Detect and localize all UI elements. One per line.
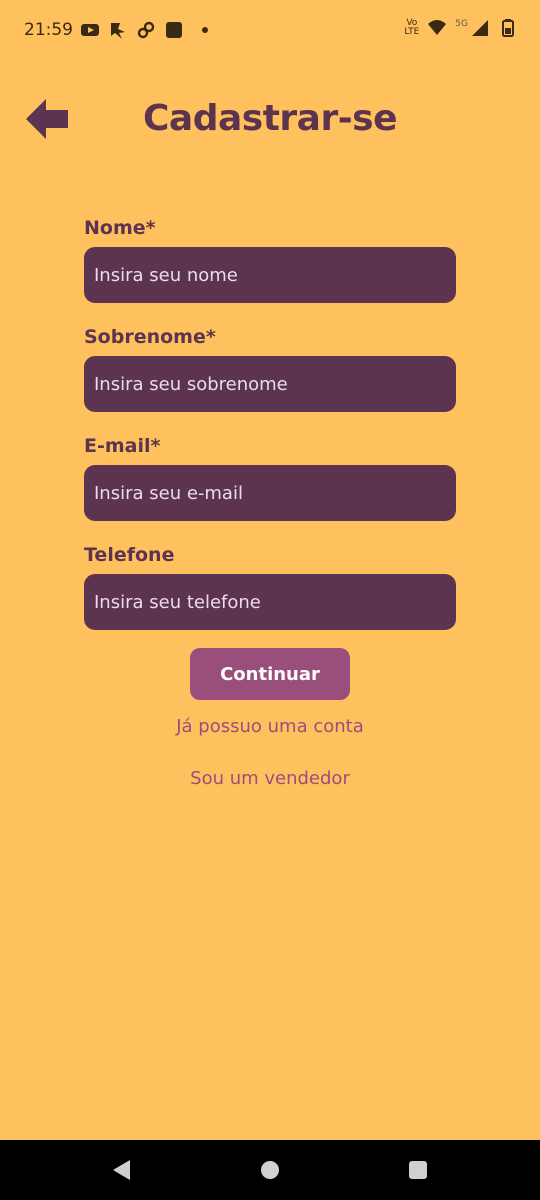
first-name-label: Nome* — [84, 217, 156, 239]
first-name-field: Nome* — [84, 214, 456, 323]
have-account-link[interactable]: Já possuo uma conta — [0, 716, 540, 737]
seller-link[interactable]: Sou um vendedor — [0, 768, 540, 789]
status-bar: 21:59 Vo LTE 5G — [0, 0, 540, 62]
link-icon — [137, 21, 155, 39]
phone-field: Telefone — [84, 541, 456, 650]
phone-input[interactable] — [84, 574, 456, 630]
email-field: E-mail* — [84, 432, 456, 541]
email-label: E-mail* — [84, 435, 161, 457]
status-system-icons: Vo LTE 5G — [404, 18, 518, 38]
status-time: 21:59 — [24, 20, 73, 40]
phone-label: Telefone — [84, 544, 175, 566]
nav-recents-icon[interactable] — [406, 1158, 430, 1182]
first-name-input[interactable] — [84, 247, 456, 303]
last-name-field: Sobrenome* — [84, 323, 456, 432]
battery-icon — [502, 19, 514, 37]
signal-5g-icon — [472, 20, 488, 36]
wifi-icon — [428, 20, 447, 35]
continue-button[interactable]: Continuar — [190, 648, 350, 700]
system-nav-bar — [0, 1140, 540, 1200]
network-type-label: 5G — [455, 19, 468, 29]
nav-back-icon[interactable] — [110, 1158, 134, 1182]
volte-lte-icon: Vo LTE — [404, 18, 420, 37]
email-input[interactable] — [84, 465, 456, 521]
last-name-input[interactable] — [84, 356, 456, 412]
pinwheel-icon — [111, 23, 125, 39]
page-title: Cadastrar-se — [143, 98, 398, 139]
nav-home-icon[interactable] — [258, 1158, 282, 1182]
status-notification-icons — [80, 20, 208, 40]
app-square-icon — [166, 22, 182, 38]
youtube-icon — [81, 24, 99, 36]
last-name-label: Sobrenome* — [84, 326, 216, 348]
signup-form: Nome* Sobrenome* E-mail* Telefone — [84, 214, 456, 650]
more-notifications-dot — [202, 27, 208, 33]
